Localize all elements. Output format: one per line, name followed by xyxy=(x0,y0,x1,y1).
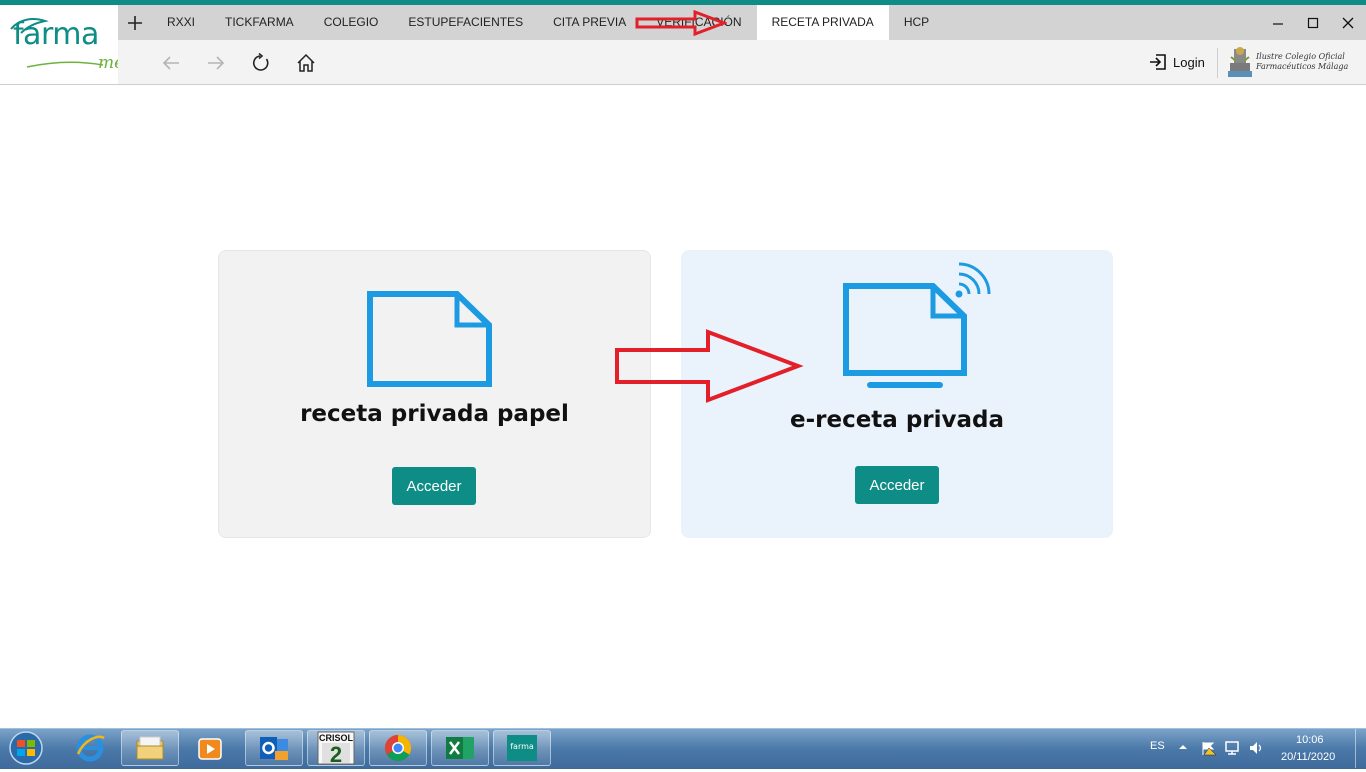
tab-receta-privada[interactable]: RECETA PRIVADA xyxy=(756,5,889,40)
tab-colegio[interactable]: COLEGIO xyxy=(309,5,394,40)
plus-icon xyxy=(128,15,142,30)
arrow-right-icon xyxy=(208,56,225,70)
network-icon[interactable] xyxy=(1224,740,1242,756)
card-receta-papel: receta privada papel Acceder xyxy=(218,250,651,538)
crisol-icon: CRISOL 2 xyxy=(317,731,355,765)
taskbar-crisol[interactable]: CRISOL 2 xyxy=(307,730,365,766)
taskbar-excel[interactable] xyxy=(431,730,489,766)
taskbar-media-player[interactable] xyxy=(181,730,239,766)
media-player-icon xyxy=(198,738,222,760)
minimize-icon xyxy=(1273,22,1283,25)
college-name-line1: Ilustre Colegio Oficial xyxy=(1256,52,1345,61)
reload-icon xyxy=(252,53,269,71)
close-button[interactable] xyxy=(1328,5,1366,40)
toolbar-divider xyxy=(0,84,1366,85)
logo-main-text: farma xyxy=(13,17,99,52)
maximize-icon xyxy=(1307,17,1319,28)
college-name-line2: Farmacéuticos Málaga xyxy=(1256,62,1349,71)
home-icon xyxy=(297,53,315,72)
farmame-logo[interactable]: farma me xyxy=(0,5,124,80)
farma-app-label: farma xyxy=(510,742,534,751)
windows-start-orb-icon xyxy=(9,731,43,765)
forward-button[interactable] xyxy=(203,50,229,76)
card-title-papel: receta privada papel xyxy=(300,401,569,427)
acceder-papel-button[interactable]: Acceder xyxy=(392,467,476,505)
tab-hcp[interactable]: HCP xyxy=(889,5,944,40)
taskbar-farmame[interactable]: farma xyxy=(493,730,551,766)
taskbar-outlook[interactable] xyxy=(245,730,303,766)
show-desktop-button[interactable] xyxy=(1355,729,1366,768)
outlook-icon xyxy=(260,737,288,760)
card-title-e-receta: e-receta privada xyxy=(789,407,1005,433)
close-icon xyxy=(1342,17,1354,28)
home-button[interactable] xyxy=(293,50,319,76)
minimize-button[interactable] xyxy=(1258,5,1298,40)
paper-document-icon xyxy=(367,291,492,387)
tab-cita-previa[interactable]: CITA PREVIA xyxy=(538,5,641,40)
tab-estupefacientes[interactable]: ESTUPEFACIENTES xyxy=(393,5,538,40)
language-indicator[interactable]: ES xyxy=(1150,740,1165,752)
annotation-arrow-small xyxy=(635,10,727,36)
excel-icon xyxy=(446,737,474,759)
toolbar-separator xyxy=(1217,48,1218,78)
clock-date[interactable]: 20/11/2020 xyxy=(1281,751,1335,763)
tray-expand-icon[interactable] xyxy=(1178,742,1188,752)
volume-icon[interactable] xyxy=(1248,740,1266,756)
taskbar-chrome[interactable] xyxy=(369,730,427,766)
action-center-flag-icon[interactable] xyxy=(1200,740,1218,756)
tab-strip: RXXI TICKFARMA COLEGIO ESTUPEFACIENTES C… xyxy=(152,5,944,40)
maximize-button[interactable] xyxy=(1293,5,1333,40)
tab-tickfarma[interactable]: TICKFARMA xyxy=(210,5,309,40)
farmame-app-icon: farma xyxy=(507,735,537,761)
college-logo: Ilustre Colegio Oficial Farmacéuticos Má… xyxy=(1226,44,1358,82)
login-icon xyxy=(1150,54,1166,70)
college-name: Ilustre Colegio Oficial Farmacéuticos Má… xyxy=(1256,52,1348,72)
taskbar-internet-explorer[interactable] xyxy=(61,730,119,766)
crisol-number: 2 xyxy=(330,742,342,765)
tab-rxxi[interactable]: RXXI xyxy=(152,5,210,40)
clock-time[interactable]: 10:06 xyxy=(1296,734,1324,746)
arrow-left-icon xyxy=(162,56,179,70)
e-prescription-screen-icon xyxy=(843,262,991,388)
acceder-e-receta-button[interactable]: Acceder xyxy=(855,466,939,504)
college-crest-icon xyxy=(1228,47,1252,77)
new-tab-button[interactable] xyxy=(118,5,152,40)
login-button[interactable]: Login xyxy=(1149,51,1205,73)
logo-swoosh-icon xyxy=(26,61,104,68)
folder-icon xyxy=(136,736,164,760)
taskbar-file-explorer[interactable] xyxy=(121,730,179,766)
annotation-arrow-large xyxy=(615,329,804,403)
chrome-icon xyxy=(384,734,412,762)
reload-button[interactable] xyxy=(248,50,274,76)
internet-explorer-icon xyxy=(76,734,105,762)
back-button[interactable] xyxy=(158,50,184,76)
start-button[interactable] xyxy=(4,729,48,767)
login-label: Login xyxy=(1173,54,1205,70)
